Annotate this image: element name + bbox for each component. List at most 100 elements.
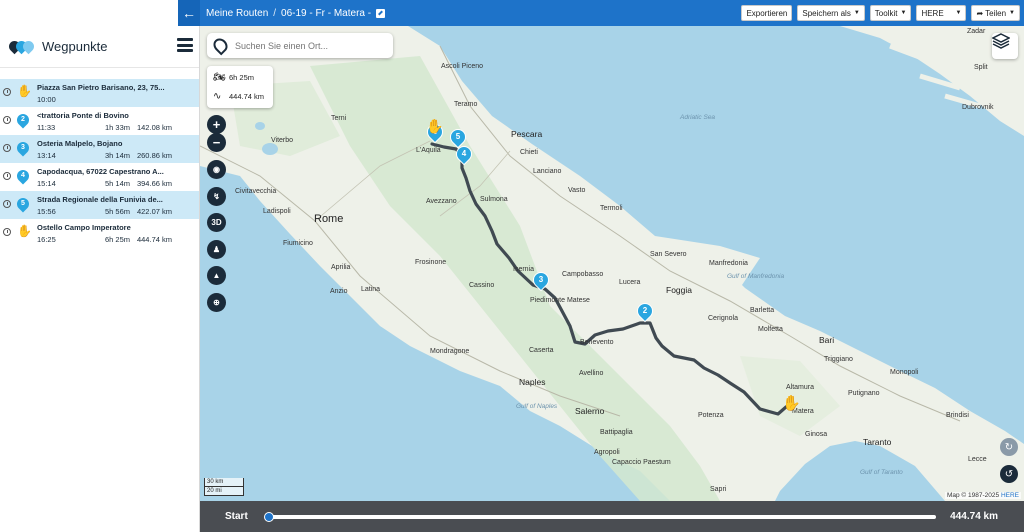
clock-icon[interactable] [3,228,11,236]
marker-number: 4 [21,172,25,179]
3d-button[interactable]: 3D [207,213,226,232]
progress-slider-thumb[interactable] [264,512,274,522]
clock-icon[interactable] [3,116,11,124]
waypoint-row[interactable]: 2 <trattoria Ponte di Bovino 11:33 1h 33m 14… [0,107,199,135]
start-label: Start [225,511,248,522]
city-label: Vasto [568,187,586,194]
route-pin-number: 5 [455,132,461,141]
numbered-marker-icon: 2 [14,111,32,129]
city-label: Frosinone [415,259,447,266]
progress-slider-track[interactable] [266,515,936,519]
sidebar-title: Wegpunkte [42,39,108,54]
share-button[interactable]: ➦ Teilen ▼ [971,5,1020,21]
waypoint-row[interactable]: 4 Capodacqua, 67022 Capestrano A... 15:14 5… [0,163,199,191]
track-icon[interactable]: ↯ [207,187,226,206]
city-label: Lucera [619,279,641,286]
waypoint-row[interactable]: ✋ Ostello Campo Imperatore 16:25 6h 25m 444.… [0,219,199,247]
waypoint-row[interactable]: 5 Strada Regionale della Funivia de... 15:… [0,191,199,219]
waypoint-name: <trattoria Ponte di Bovino [37,111,129,120]
waypoint-name: Osteria Malpelo, Bojano [37,139,123,148]
edit-icon[interactable] [376,8,386,18]
total-time: 6h 25m [229,73,255,82]
top-bar: ← Meine Routen / 06-19 - Fr - Matera - E… [0,0,1024,26]
hamburger-menu-icon[interactable] [177,38,193,52]
rotate-map-icon[interactable]: ↻ [1000,438,1018,456]
clock-icon[interactable] [3,172,11,180]
city-label: Molfetta [758,326,783,333]
city-label: Latina [361,286,381,293]
waypoint-name: Strada Regionale della Funivia de... [37,195,163,204]
route-pin-number: 4 [461,149,467,158]
city-label: Lanciano [533,168,562,175]
city-label: Capaccio Paestum [612,459,671,466]
waypoints-sidebar: Wegpunkte ✋ Piazza San Pietro Barisano, 2… [0,26,200,532]
route-total-distance: 444.74 km [229,92,265,101]
city-label: Sulmona [480,196,508,203]
city-label: Isernia [513,266,535,273]
city-label: Termoli [600,205,623,212]
city-label: Teramo [454,101,478,108]
city-label: Bari [819,335,835,345]
waypoint-distance: 422.07 km [136,207,172,216]
city-label: Altamura [786,384,815,391]
waypoint-distance: 394.66 km [136,179,172,188]
city-label: Agropoli [594,449,620,456]
clock-icon[interactable] [3,144,11,152]
waypoint-name: Piazza San Pietro Barisano, 23, 75... [37,83,165,92]
street-view-icon[interactable]: ♟ [207,240,226,259]
map-provider-label: HERE [921,8,944,18]
toolkit-button[interactable]: Toolkit ▼ [869,5,912,21]
waypoint-distance: 260.86 km [136,151,172,160]
city-label: Manfredonia [709,260,748,267]
share-icon: ➦ [976,8,984,18]
zoom-in-label: + [212,117,221,132]
clock-icon[interactable] [3,200,11,208]
add-waypoint-icon[interactable]: ◉ [207,160,226,179]
city-label: Avellino [579,370,604,377]
export-label: Exportieren [746,8,788,18]
city-label: Ascoli Piceno [441,63,484,70]
clock-icon[interactable] [3,88,11,96]
city-label: Mondragone [430,348,470,355]
waypoint-time: 15:14 [37,179,56,188]
zoom-out-button[interactable]: − [207,133,226,152]
hand-marker-icon: ✋ [17,224,32,238]
zoom-in-button[interactable]: + [207,115,226,134]
back-arrow-icon[interactable]: ← [178,0,200,26]
save-as-button[interactable]: Speichern als ▼ [797,5,865,21]
city-label: Terni [331,115,347,122]
city-label: Sapri [710,486,727,493]
city-label: Rome [314,213,344,225]
city-label: Adriatic Sea [680,114,716,121]
start-hand-marker-icon[interactable]: ✋ [782,394,801,412]
layers-icon[interactable] [992,33,1018,59]
reset-rotation-icon[interactable]: ↺ [1000,465,1018,483]
end-hand-marker-icon[interactable]: ✋ [426,118,443,135]
city-label: Ginosa [805,431,828,438]
route-pin-number: 3 [538,275,544,284]
numbered-marker-icon: 3 [14,139,32,157]
attribution-text: Map © 1987-2025 [946,492,1000,499]
breadcrumb-separator: / [273,7,277,19]
map-view[interactable]: Rome Naples Bari Pescara Foggia Salerno Tarant… [200,26,1024,501]
elevation-profile-icon[interactable]: ▲ [207,266,226,285]
city-label: Barletta [750,307,775,314]
attribution-link[interactable]: HERE [1001,492,1019,499]
export-button[interactable]: Exportieren [741,5,793,21]
waypoint-row[interactable]: 3 Osteria Malpelo, Bojano 13:14 3h 14m 260.8… [0,135,199,163]
waypoint-time: 16:25 [37,235,56,244]
waypoint-duration: 3h 14m [104,151,130,160]
waypoint-duration: 5h 56m [104,207,130,216]
waypoint-row[interactable]: ✋ Piazza San Pietro Barisano, 23, 75... 10… [0,79,199,107]
caret-down-icon: ▼ [900,10,907,16]
map-provider-select[interactable]: HERE ▼ [916,5,967,21]
route-stats-panel: 🏍 6h 25m ∿ 444.74 km [207,66,273,108]
breadcrumb-root-link[interactable]: Meine Routen [206,8,268,19]
city-label: Battipaglia [600,429,633,436]
top-left-spacer [0,0,178,26]
zoom-out-label: − [212,135,221,150]
search-input[interactable] [235,40,385,51]
waypoint-time: 13:14 [37,151,56,160]
crosshair-icon[interactable]: ⊕ [207,293,226,312]
top-actions: Exportieren Speichern als ▼ Toolkit ▼ HERE… [741,5,1020,21]
